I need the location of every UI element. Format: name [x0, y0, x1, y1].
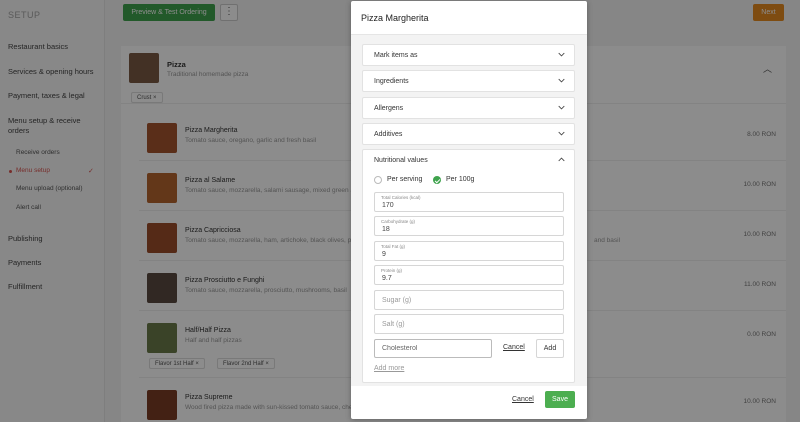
item-details-modal: Pizza Margherita Mark items as Ingredien… [351, 1, 587, 419]
field-value: 18 [382, 226, 390, 233]
field-label: Total Fat (g) [381, 244, 406, 249]
field-label: Carbohydrate (g) [381, 219, 416, 224]
section-allergens[interactable]: Allergens [362, 97, 575, 119]
field-label: Total Calories (kcal) [381, 195, 421, 200]
section-label: Allergens [374, 105, 404, 112]
cancel-nutrient-link[interactable]: Cancel [503, 344, 525, 351]
salt-field[interactable]: Salt (g) [374, 314, 564, 334]
total-fat-field[interactable]: Total Fat (g) 9 [374, 241, 564, 261]
per-100g-radio[interactable] [433, 176, 441, 184]
add-nutrient-button[interactable]: Add [536, 339, 564, 358]
chevron-down-icon [558, 105, 565, 110]
add-more-link[interactable]: Add more [374, 365, 404, 372]
section-additives[interactable]: Additives [362, 123, 575, 145]
section-label: Additives [374, 131, 403, 138]
cholesterol-input[interactable] [374, 339, 492, 358]
save-button[interactable]: Save [545, 391, 575, 408]
field-placeholder: Sugar (g) [382, 297, 412, 304]
per-serving-label: Per serving [387, 176, 423, 183]
section-label: Mark items as [374, 52, 418, 59]
field-value: 170 [382, 202, 394, 209]
section-label: Ingredients [374, 78, 409, 85]
per-100g-label: Per 100g [446, 176, 475, 183]
section-mark-items-as[interactable]: Mark items as [362, 44, 575, 66]
protein-field[interactable]: Protein (g) 9.7 [374, 265, 564, 285]
section-label[interactable]: Nutritional values [374, 157, 428, 164]
per-serving-radio[interactable] [374, 176, 382, 184]
carbohydrate-field[interactable]: Carbohydrate (g) 18 [374, 216, 564, 236]
sugar-field[interactable]: Sugar (g) [374, 290, 564, 310]
field-value: 9.7 [382, 275, 392, 282]
chevron-down-icon [558, 78, 565, 83]
section-ingredients[interactable]: Ingredients [362, 70, 575, 92]
total-calories-field[interactable]: Total Calories (kcal) 170 [374, 192, 564, 212]
field-value: 9 [382, 251, 386, 258]
modal-title: Pizza Margherita [361, 13, 429, 23]
cancel-button[interactable]: Cancel [512, 396, 534, 403]
field-placeholder: Salt (g) [382, 321, 405, 328]
field-label: Protein (g) [381, 268, 403, 273]
chevron-down-icon [558, 131, 565, 136]
chevron-down-icon [558, 52, 565, 57]
section-nutritional-values: Nutritional values Per serving Per 100g … [362, 149, 575, 383]
chevron-up-icon[interactable] [558, 156, 565, 163]
